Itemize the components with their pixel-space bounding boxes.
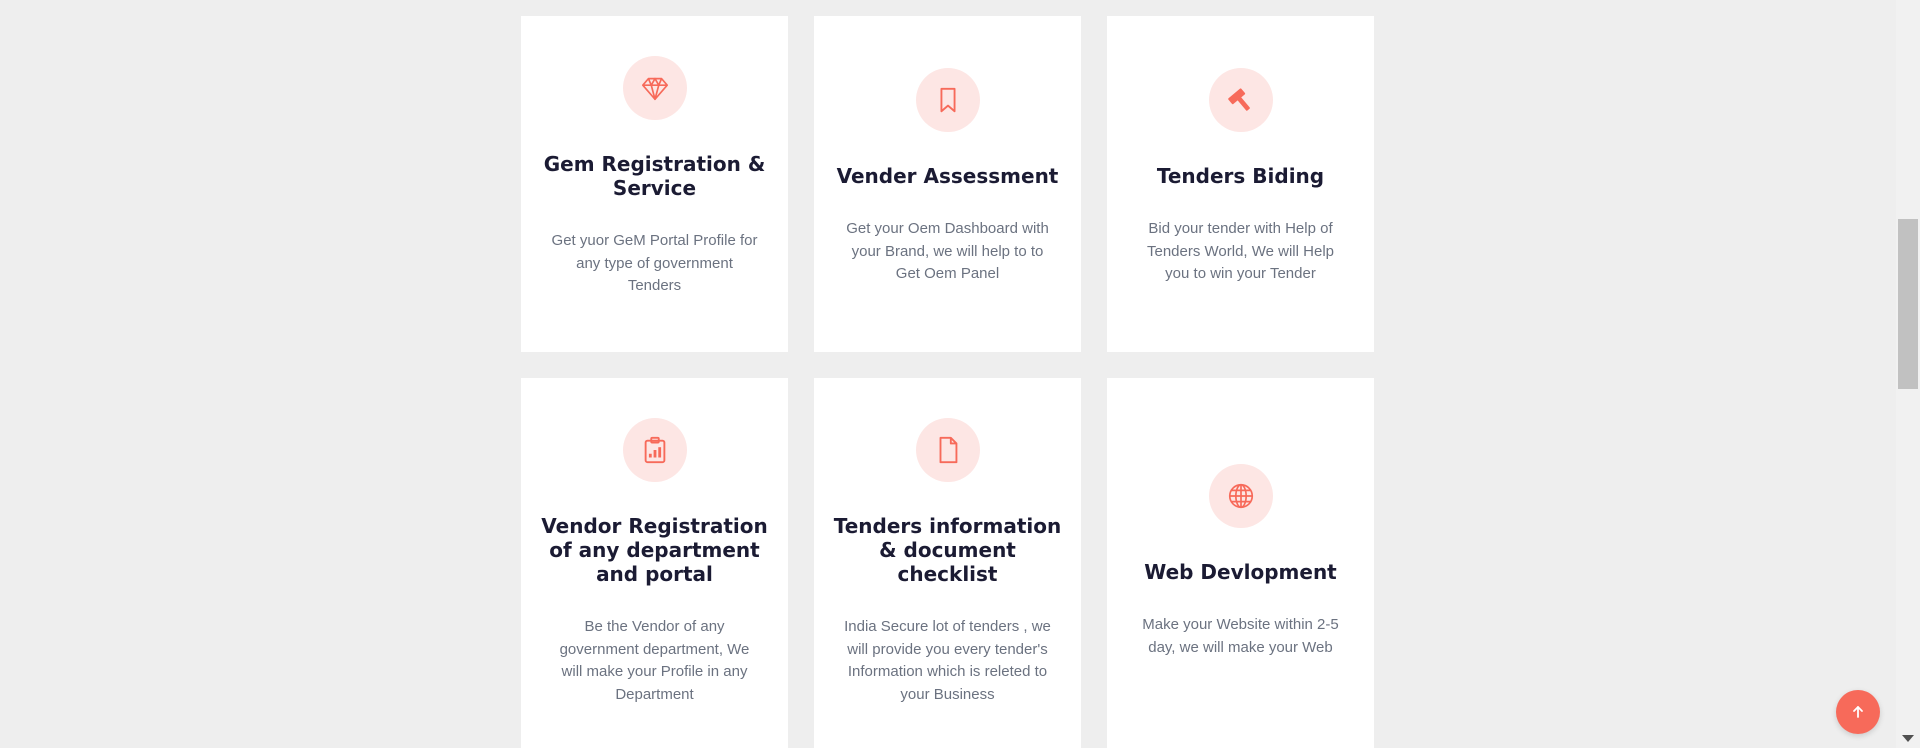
hammer-icon	[1208, 68, 1273, 132]
back-to-top-button[interactable]	[1836, 690, 1880, 734]
service-title: Web Devlopment	[1144, 560, 1337, 584]
service-card-tenders-biding[interactable]: Tenders Biding Bid your tender with Help…	[1107, 16, 1374, 352]
bookmark-icon	[915, 68, 980, 132]
service-card-vendor-registration[interactable]: Vendor Registration of any department an…	[521, 378, 788, 748]
service-description: Make your Website within 2-5 day, we wil…	[1142, 616, 1339, 656]
service-description: Bid your tender with Help of Tenders Wor…	[1146, 220, 1334, 282]
service-title: Tenders information & document checklist	[833, 514, 1062, 586]
services-section: Gem Registration & Service Get yuor GeM …	[0, 0, 1920, 748]
document-icon	[915, 418, 980, 482]
service-card-gem-registration[interactable]: Gem Registration & Service Get yuor GeM …	[521, 16, 788, 352]
scroll-down-arrow-icon[interactable]	[1902, 735, 1914, 742]
scrollbar-thumb[interactable]	[1898, 219, 1918, 389]
service-card-vender-assessment[interactable]: Vender Assessment Get your Oem Dashboard…	[814, 16, 1081, 352]
service-description: Be the Vendor of any government departme…	[559, 618, 750, 703]
scrollbar[interactable]	[1896, 0, 1920, 748]
service-title: Tenders Biding	[1156, 164, 1325, 188]
service-title: Vender Assessment	[836, 164, 1059, 188]
service-description: Get yuor GeM Portal Profile for any type…	[551, 232, 758, 294]
service-description: Get your Oem Dashboard with your Brand, …	[846, 220, 1049, 282]
service-card-web-development[interactable]: Web Devlopment Make your Website within …	[1107, 378, 1374, 748]
globe-icon	[1208, 464, 1273, 528]
diamond-icon	[622, 56, 687, 120]
service-title: Gem Registration & Service	[543, 152, 766, 200]
service-title: Vendor Registration of any department an…	[541, 514, 768, 586]
service-description: India Secure lot of tenders , we will pr…	[844, 618, 1051, 703]
service-card-tenders-information[interactable]: Tenders information & document checklist…	[814, 378, 1081, 748]
arrow-up-icon	[1853, 706, 1863, 718]
clipboard-chart-icon	[622, 418, 687, 482]
